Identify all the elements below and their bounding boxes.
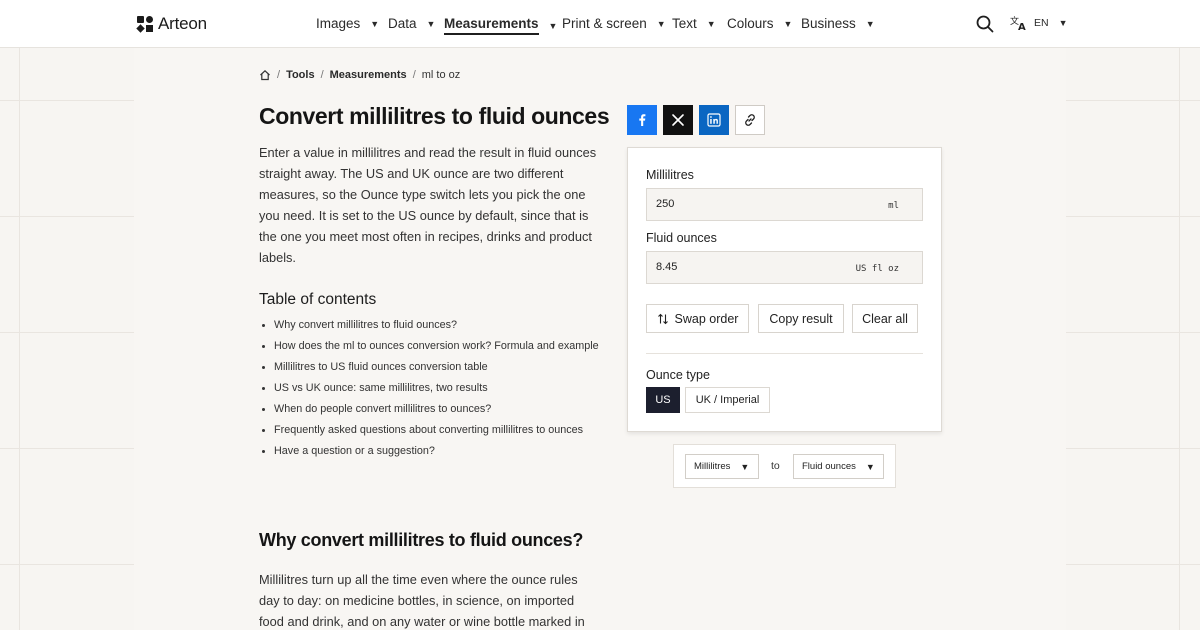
linkedin-icon xyxy=(707,113,721,127)
caret-down-icon: ▼ xyxy=(426,18,436,29)
breadcrumb-separator: / xyxy=(320,69,324,81)
caret-down-icon: ▼ xyxy=(656,18,666,29)
brand-logo[interactable]: Arteon xyxy=(136,14,207,34)
fluid-ounces-output[interactable]: 8.45 US fl oz xyxy=(646,251,923,284)
to-unit-value: Fluid ounces xyxy=(802,461,856,472)
millilitres-label: Millilitres xyxy=(646,168,694,182)
nav-item-images[interactable]: Images ▼ xyxy=(316,16,379,31)
nav-item-business[interactable]: Business ▼ xyxy=(801,16,875,31)
caret-down-icon: ▼ xyxy=(370,18,380,29)
from-unit-select[interactable]: Millilitres ▼ xyxy=(685,454,759,479)
breadcrumb: / Tools / Measurements / ml to oz xyxy=(259,69,460,81)
share-linkedin-button[interactable] xyxy=(699,105,729,135)
nav-item-colours[interactable]: Colours ▼ xyxy=(727,16,792,31)
fluid-ounces-unit: US fl oz xyxy=(855,264,899,274)
nav-item-label: Measurements xyxy=(444,16,539,35)
caret-down-icon: ▼ xyxy=(740,461,750,472)
caret-down-icon: ▼ xyxy=(548,20,558,31)
fluid-ounces-label: Fluid ounces xyxy=(646,231,717,245)
section-text: Millilitres turn up all the time even wh… xyxy=(259,572,585,629)
copy-result-button[interactable]: Copy result xyxy=(758,304,844,333)
nav-item-label: Business xyxy=(801,16,856,31)
clear-all-button[interactable]: Clear all xyxy=(852,304,918,333)
x-icon xyxy=(672,114,684,126)
search-icon[interactable] xyxy=(976,15,994,33)
toc-title: Table of contents xyxy=(259,291,377,308)
swap-order-button[interactable]: Swap order xyxy=(646,304,749,333)
caret-down-icon: ▼ xyxy=(865,461,875,472)
section-heading: Why convert millilitres to fluid ounces? xyxy=(259,530,584,550)
nav-item-data[interactable]: Data ▼ xyxy=(388,16,435,31)
nav-item-text[interactable]: Text ▼ xyxy=(672,16,716,31)
breadcrumb-item-current: ml to oz xyxy=(421,69,461,81)
translate-icon: 文 A xyxy=(1010,15,1026,31)
caret-down-icon: ▼ xyxy=(865,18,875,29)
toc-link[interactable]: US vs UK ounce: same millilitres, two re… xyxy=(274,381,604,396)
toc-link[interactable]: Frequently asked questions about convert… xyxy=(274,423,604,438)
swap-icon xyxy=(657,313,668,324)
nav-item-label: Print & screen xyxy=(562,16,647,31)
swap-order-label: Swap order xyxy=(674,311,739,326)
clear-all-label: Clear all xyxy=(862,311,908,326)
breadcrumb-item-measurements[interactable]: Measurements xyxy=(330,69,407,81)
language-selector[interactable]: 文 A EN ▼ xyxy=(1010,15,1068,31)
link-icon xyxy=(745,114,755,126)
from-unit-value: Millilitres xyxy=(694,461,731,472)
caret-down-icon: ▼ xyxy=(783,18,793,29)
converter-card: Millilitres 250 ml Fluid ounces 8.45 US … xyxy=(627,147,942,432)
copy-link-button[interactable] xyxy=(735,105,765,135)
page-title: Convert millilitres to fluid ounces xyxy=(259,103,610,129)
nav-item-label: Text xyxy=(672,16,697,31)
millilitres-unit: ml xyxy=(888,201,899,211)
nav-item-label: Data xyxy=(388,16,417,31)
caret-down-icon: ▼ xyxy=(1058,18,1068,28)
toc-link[interactable]: Why convert millilitres to fluid ounces? xyxy=(274,318,604,333)
nav-item-print-screen[interactable]: Print & screen ▼ xyxy=(562,16,666,31)
breadcrumb-separator: / xyxy=(412,69,416,81)
ounce-type-label: Ounce type xyxy=(646,368,710,382)
caret-down-icon: ▼ xyxy=(706,18,716,29)
intro-text: Enter a value in millilitres and read th… xyxy=(259,145,597,265)
nav-item-label: Images xyxy=(316,16,361,31)
toc-link[interactable]: How does the ml to ounces conversion wor… xyxy=(274,339,604,354)
unit-picker: Millilitres ▼ to Fluid ounces ▼ xyxy=(673,444,896,488)
copy-result-label: Copy result xyxy=(769,311,833,326)
toc-link[interactable]: When do people convert millilitres to ou… xyxy=(274,402,604,417)
brand-name: Arteon xyxy=(158,14,207,33)
ounce-type-uk-option[interactable]: UK / Imperial xyxy=(685,387,770,413)
nav-item-measurements[interactable]: Measurements ▼ xyxy=(444,16,557,35)
nav-item-label: Colours xyxy=(727,16,774,31)
breadcrumb-item-tools[interactable]: Tools xyxy=(286,69,315,81)
home-icon[interactable] xyxy=(259,69,271,81)
millilitres-input[interactable]: 250 ml xyxy=(646,188,923,221)
divider xyxy=(646,353,923,354)
breadcrumb-separator: / xyxy=(277,69,281,81)
share-x-button[interactable] xyxy=(663,105,693,135)
logo-mark-icon xyxy=(136,16,153,33)
facebook-icon xyxy=(639,114,646,126)
ounce-type-us-option[interactable]: US xyxy=(646,387,680,413)
to-unit-select[interactable]: Fluid ounces ▼ xyxy=(793,454,884,479)
to-label: to xyxy=(771,460,780,472)
millilitres-value: 250 xyxy=(656,198,675,210)
top-navigation-bar: Arteon Images ▼ Data ▼ Measurements ▼ Print… xyxy=(0,0,1200,48)
share-facebook-button[interactable] xyxy=(627,105,657,135)
toc-link[interactable]: Millilitres to US fluid ounces conversio… xyxy=(274,360,604,375)
language-code: EN xyxy=(1034,17,1049,29)
table-of-contents: Why convert millilitres to fluid ounces?… xyxy=(274,318,604,465)
svg-text:A: A xyxy=(1018,22,1026,31)
fluid-ounces-value: 8.45 xyxy=(656,261,678,273)
toc-link[interactable]: Have a question or a suggestion? xyxy=(274,444,604,459)
